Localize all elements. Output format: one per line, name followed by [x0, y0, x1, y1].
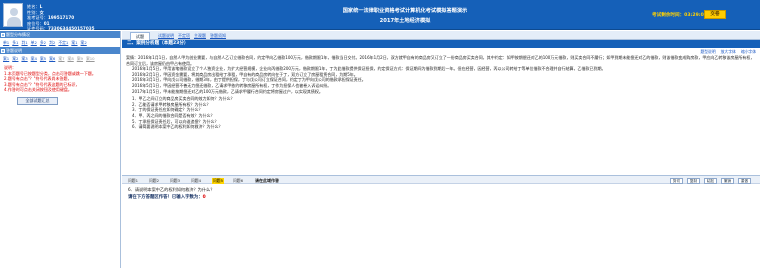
question-type-link[interactable]: 案2: [81, 40, 87, 45]
instructions: 说明： 1.本页题号已按题型分类，点击可答题或跳一下题。 2.题号有点击"？"符号代…: [0, 63, 120, 93]
tab-links: 试题说明 不定项 主观题 答题须知: [158, 33, 230, 39]
candidate-photo: [3, 3, 23, 27]
collapse-icon[interactable]: [1, 48, 5, 53]
case-link[interactable]: 案4: [31, 56, 37, 61]
section-header: 二、案例分析题（本题23分）: [122, 40, 760, 48]
case-link[interactable]: 案8: [68, 56, 74, 61]
answer-question-tab[interactable]: 问题5: [212, 178, 225, 184]
gender-value: 女: [39, 9, 44, 15]
left-panel: 题型分布情况 单1 多1 判1 单2 多2 判2 不定1 案1 案2 答题说明 案1 案2 案3 案4…: [0, 31, 121, 268]
tab-bar: 试题 试题说明 不定项 主观题 答题须知: [122, 31, 760, 40]
name-label: 姓名：: [27, 4, 40, 9]
section2-links: 案1 案2 案3 案4 案5 案6 案7 案8 案9 案10: [0, 54, 120, 63]
timer-label: 考试剩余时间：: [652, 13, 685, 18]
case-paragraph: 案情：2016年1月1日，自然人甲为创业需要，与自然人乙订立借款合同，约定甲向乙…: [126, 55, 755, 66]
question-toolbar: 题型说明 放大字体 缩小字体: [122, 48, 760, 55]
collapse-icon[interactable]: [1, 32, 5, 37]
answer-question-tab[interactable]: 问题2: [149, 178, 159, 184]
avatar-head-icon: [10, 8, 18, 16]
answer-textarea[interactable]: [126, 201, 756, 265]
main-area: 试题 试题说明 不定项 主观题 答题须知 二、案例分析题（本题23分） 题型说明 放大字…: [122, 31, 760, 268]
editor-button[interactable]: 粘贴: [704, 177, 717, 184]
question-type-link[interactable]: 不定1: [58, 40, 68, 45]
remaining-time: 考试剩余时间：03:29:07: [652, 12, 707, 18]
exam-no-label: 准考证号：: [27, 15, 48, 21]
section2-title: 答题说明: [6, 48, 22, 53]
case-link[interactable]: 案9: [77, 56, 83, 61]
tab-link[interactable]: 主观题: [194, 33, 206, 38]
answer-question-tab[interactable]: 问题3: [170, 178, 180, 184]
submit-button[interactable]: 交卷: [704, 10, 726, 19]
section1-links: 单1 多1 判1 单2 多2 判2 不定1 案1 案2: [0, 38, 120, 47]
tab-link[interactable]: 试题说明: [158, 33, 174, 38]
answer-toolbar: 请在此域作答 问题1 问题2 问题3 问题4 问题5 问题6 剪切 复制 粘贴 撤销 重做: [122, 175, 760, 184]
exam-header: 姓名：L 性别：女 准考证号：199517170 座位号：01 证件号码：733…: [0, 0, 760, 32]
candidate-info: 姓名：L 性别：女 准考证号：199517170 座位号：01 证件号码：733…: [27, 4, 95, 32]
gender-label: 性别：: [27, 9, 40, 15]
section1-title: 题型分布情况: [6, 32, 30, 37]
answer-question-tab[interactable]: 问题4: [191, 178, 201, 184]
instruction-line: 4.作答时可点击关闭按钮及使用键盘。: [4, 87, 72, 93]
question-tool-link[interactable]: 题型说明: [700, 49, 715, 54]
section2-header[interactable]: 答题说明: [0, 47, 120, 54]
question-type-link[interactable]: 判2: [49, 40, 55, 45]
case-link[interactable]: 案3: [21, 56, 27, 61]
question-type-link[interactable]: 多2: [40, 40, 46, 45]
case-link[interactable]: 案6: [49, 56, 55, 61]
case-link[interactable]: 案1: [3, 56, 9, 61]
editor-button[interactable]: 重做: [738, 177, 751, 184]
tab-link[interactable]: 答题须知: [210, 33, 226, 38]
answer-question: 6．请说明本案中乙的权利如何救济？为什么？: [128, 187, 215, 192]
exam-subtitle: 2017年土地经济模拟: [379, 18, 431, 24]
section1-header[interactable]: 题型分布情况: [0, 31, 120, 38]
answer-hint: 请在下方答题区作答！已输入字数为：0: [128, 194, 206, 200]
tab-questions[interactable]: 试题: [130, 32, 150, 40]
char-count: 0: [202, 195, 206, 200]
tab-link[interactable]: 不定项: [178, 33, 190, 38]
exam-no-value: 199517170: [47, 15, 75, 21]
editor-button[interactable]: 剪切: [670, 177, 683, 184]
answer-question-tab[interactable]: 问题1: [128, 178, 138, 184]
question-type-link[interactable]: 单2: [31, 40, 37, 45]
case-link[interactable]: 案7: [58, 56, 64, 61]
all-questions-button[interactable]: 全部试题汇总: [17, 96, 58, 105]
avatar-body-icon: [7, 17, 21, 26]
editor-button[interactable]: 撤销: [721, 177, 734, 184]
question-type-link[interactable]: 案1: [71, 40, 77, 45]
answer-question-tab[interactable]: 问题6: [233, 178, 243, 184]
exam-title: 国家统一法律职业资格考试计算机化考试模拟答题演示: [342, 8, 468, 14]
hint-prefix: 请在下方答题区作答！已输入字数为：: [128, 195, 203, 200]
question-type-link[interactable]: 多1: [12, 40, 18, 45]
case-link[interactable]: 案2: [12, 56, 18, 61]
editor-button[interactable]: 复制: [687, 177, 700, 184]
case-link[interactable]: 案5: [40, 56, 46, 61]
case-link[interactable]: 案10: [86, 56, 95, 61]
question-type-link[interactable]: 单1: [3, 40, 9, 45]
question-tool-link[interactable]: 缩小字体: [741, 49, 756, 54]
answer-prompt: 请在此域作答: [255, 178, 279, 183]
question-tool-link[interactable]: 放大字体: [721, 49, 736, 54]
question-type-link[interactable]: 判1: [21, 40, 27, 45]
name-value: L: [39, 4, 43, 9]
question-item: 6．请简要说明本案中乙的权利如何救济？为什么？: [132, 124, 223, 130]
